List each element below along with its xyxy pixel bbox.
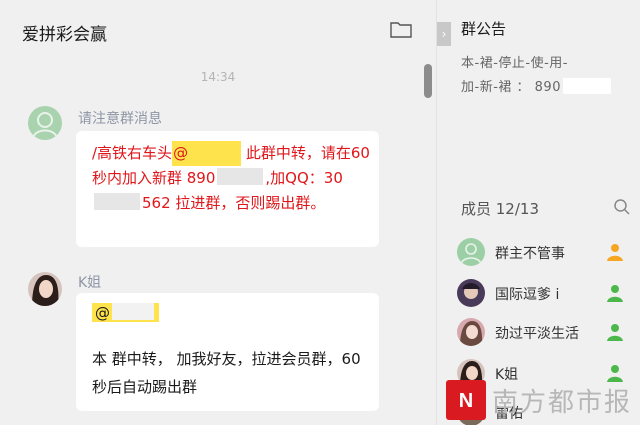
members-count: 成员 12/13 bbox=[461, 200, 539, 218]
collapse-sidebar-button[interactable]: › bbox=[437, 22, 451, 46]
member-badge-icon bbox=[607, 324, 623, 341]
folder-icon[interactable] bbox=[390, 21, 412, 38]
owner-badge-icon bbox=[607, 244, 623, 261]
member-name: 群主不管事 bbox=[495, 246, 565, 262]
newspaper-watermark: N 南方都市报 bbox=[446, 380, 640, 425]
member-name: 国际逗爹 i bbox=[495, 287, 560, 303]
message-bubble: /高铁右车头@ 此群中转，请在60秒内加入新群 890 ,加QQ：30562 拉进… bbox=[76, 131, 379, 247]
group-notice-title: 群公告 bbox=[461, 20, 507, 38]
message-timestamp: 14:34 bbox=[200, 70, 236, 84]
mention-tag[interactable]: @ bbox=[92, 303, 159, 322]
user-silhouette-icon bbox=[32, 112, 58, 139]
profile-photo-icon bbox=[32, 275, 59, 306]
chat-scrollbar[interactable] bbox=[424, 64, 432, 98]
chat-panel: 爱拼彩会赢 14:34 请注意群消息 /高铁右车头@ 此群中转，请在60秒内加入… bbox=[0, 0, 436, 425]
profile-photo-icon bbox=[462, 283, 480, 299]
message-text: /高铁右车头@ 此群中转，请在60秒内加入新群 890 ,加QQ：30562 拉进… bbox=[92, 141, 382, 216]
avatar[interactable] bbox=[28, 106, 62, 140]
search-icon[interactable] bbox=[613, 198, 631, 216]
member-item[interactable]: 国际逗爹 i bbox=[457, 279, 637, 309]
newspaper-logo-icon: N bbox=[459, 390, 473, 412]
message-text: 本 群中转， 加我好友，拉进会员群，60秒后自动踢出群 bbox=[92, 350, 361, 396]
message-sender[interactable]: K姐 bbox=[78, 272, 101, 292]
redaction-block bbox=[562, 78, 611, 94]
avatar[interactable] bbox=[28, 272, 62, 306]
member-name: 劲过平淡生活 bbox=[495, 326, 579, 342]
group-notice-line: 加-新-裙 ： 890 bbox=[461, 76, 611, 95]
avatar bbox=[457, 279, 485, 307]
group-notice-line: 本-裙-停止-使-用- bbox=[461, 56, 568, 71]
watermark-logo: N bbox=[446, 380, 486, 420]
message-bubble: @ 本 群中转， 加我好友，拉进会员群，60秒后自动踢出群 bbox=[76, 293, 379, 411]
message-sender[interactable]: 请注意群消息 bbox=[78, 108, 162, 128]
avatar bbox=[457, 318, 485, 346]
watermark-text: 南方都市报 bbox=[492, 388, 633, 418]
profile-photo-icon bbox=[460, 321, 483, 346]
member-badge-icon bbox=[607, 285, 623, 302]
mention-tag[interactable]: @ bbox=[172, 141, 242, 166]
redaction-block bbox=[217, 168, 264, 185]
user-silhouette-icon bbox=[460, 243, 482, 265]
chat-titlebar: 爱拼彩会赢 bbox=[0, 0, 436, 60]
group-sidebar: › 群公告 本-裙-停止-使-用- 加-新-裙 ： 890 成员 12/13 群… bbox=[436, 0, 640, 425]
redaction-block bbox=[112, 303, 154, 320]
member-item[interactable]: 群主不管事 bbox=[457, 238, 637, 268]
member-item[interactable]: 劲过平淡生活 bbox=[457, 318, 637, 348]
redaction-block bbox=[188, 143, 241, 160]
logo-glyph: N bbox=[459, 390, 473, 412]
avatar bbox=[457, 238, 485, 266]
chat-title: 爱拼彩会赢 bbox=[22, 25, 107, 45]
redaction-block bbox=[94, 193, 140, 210]
